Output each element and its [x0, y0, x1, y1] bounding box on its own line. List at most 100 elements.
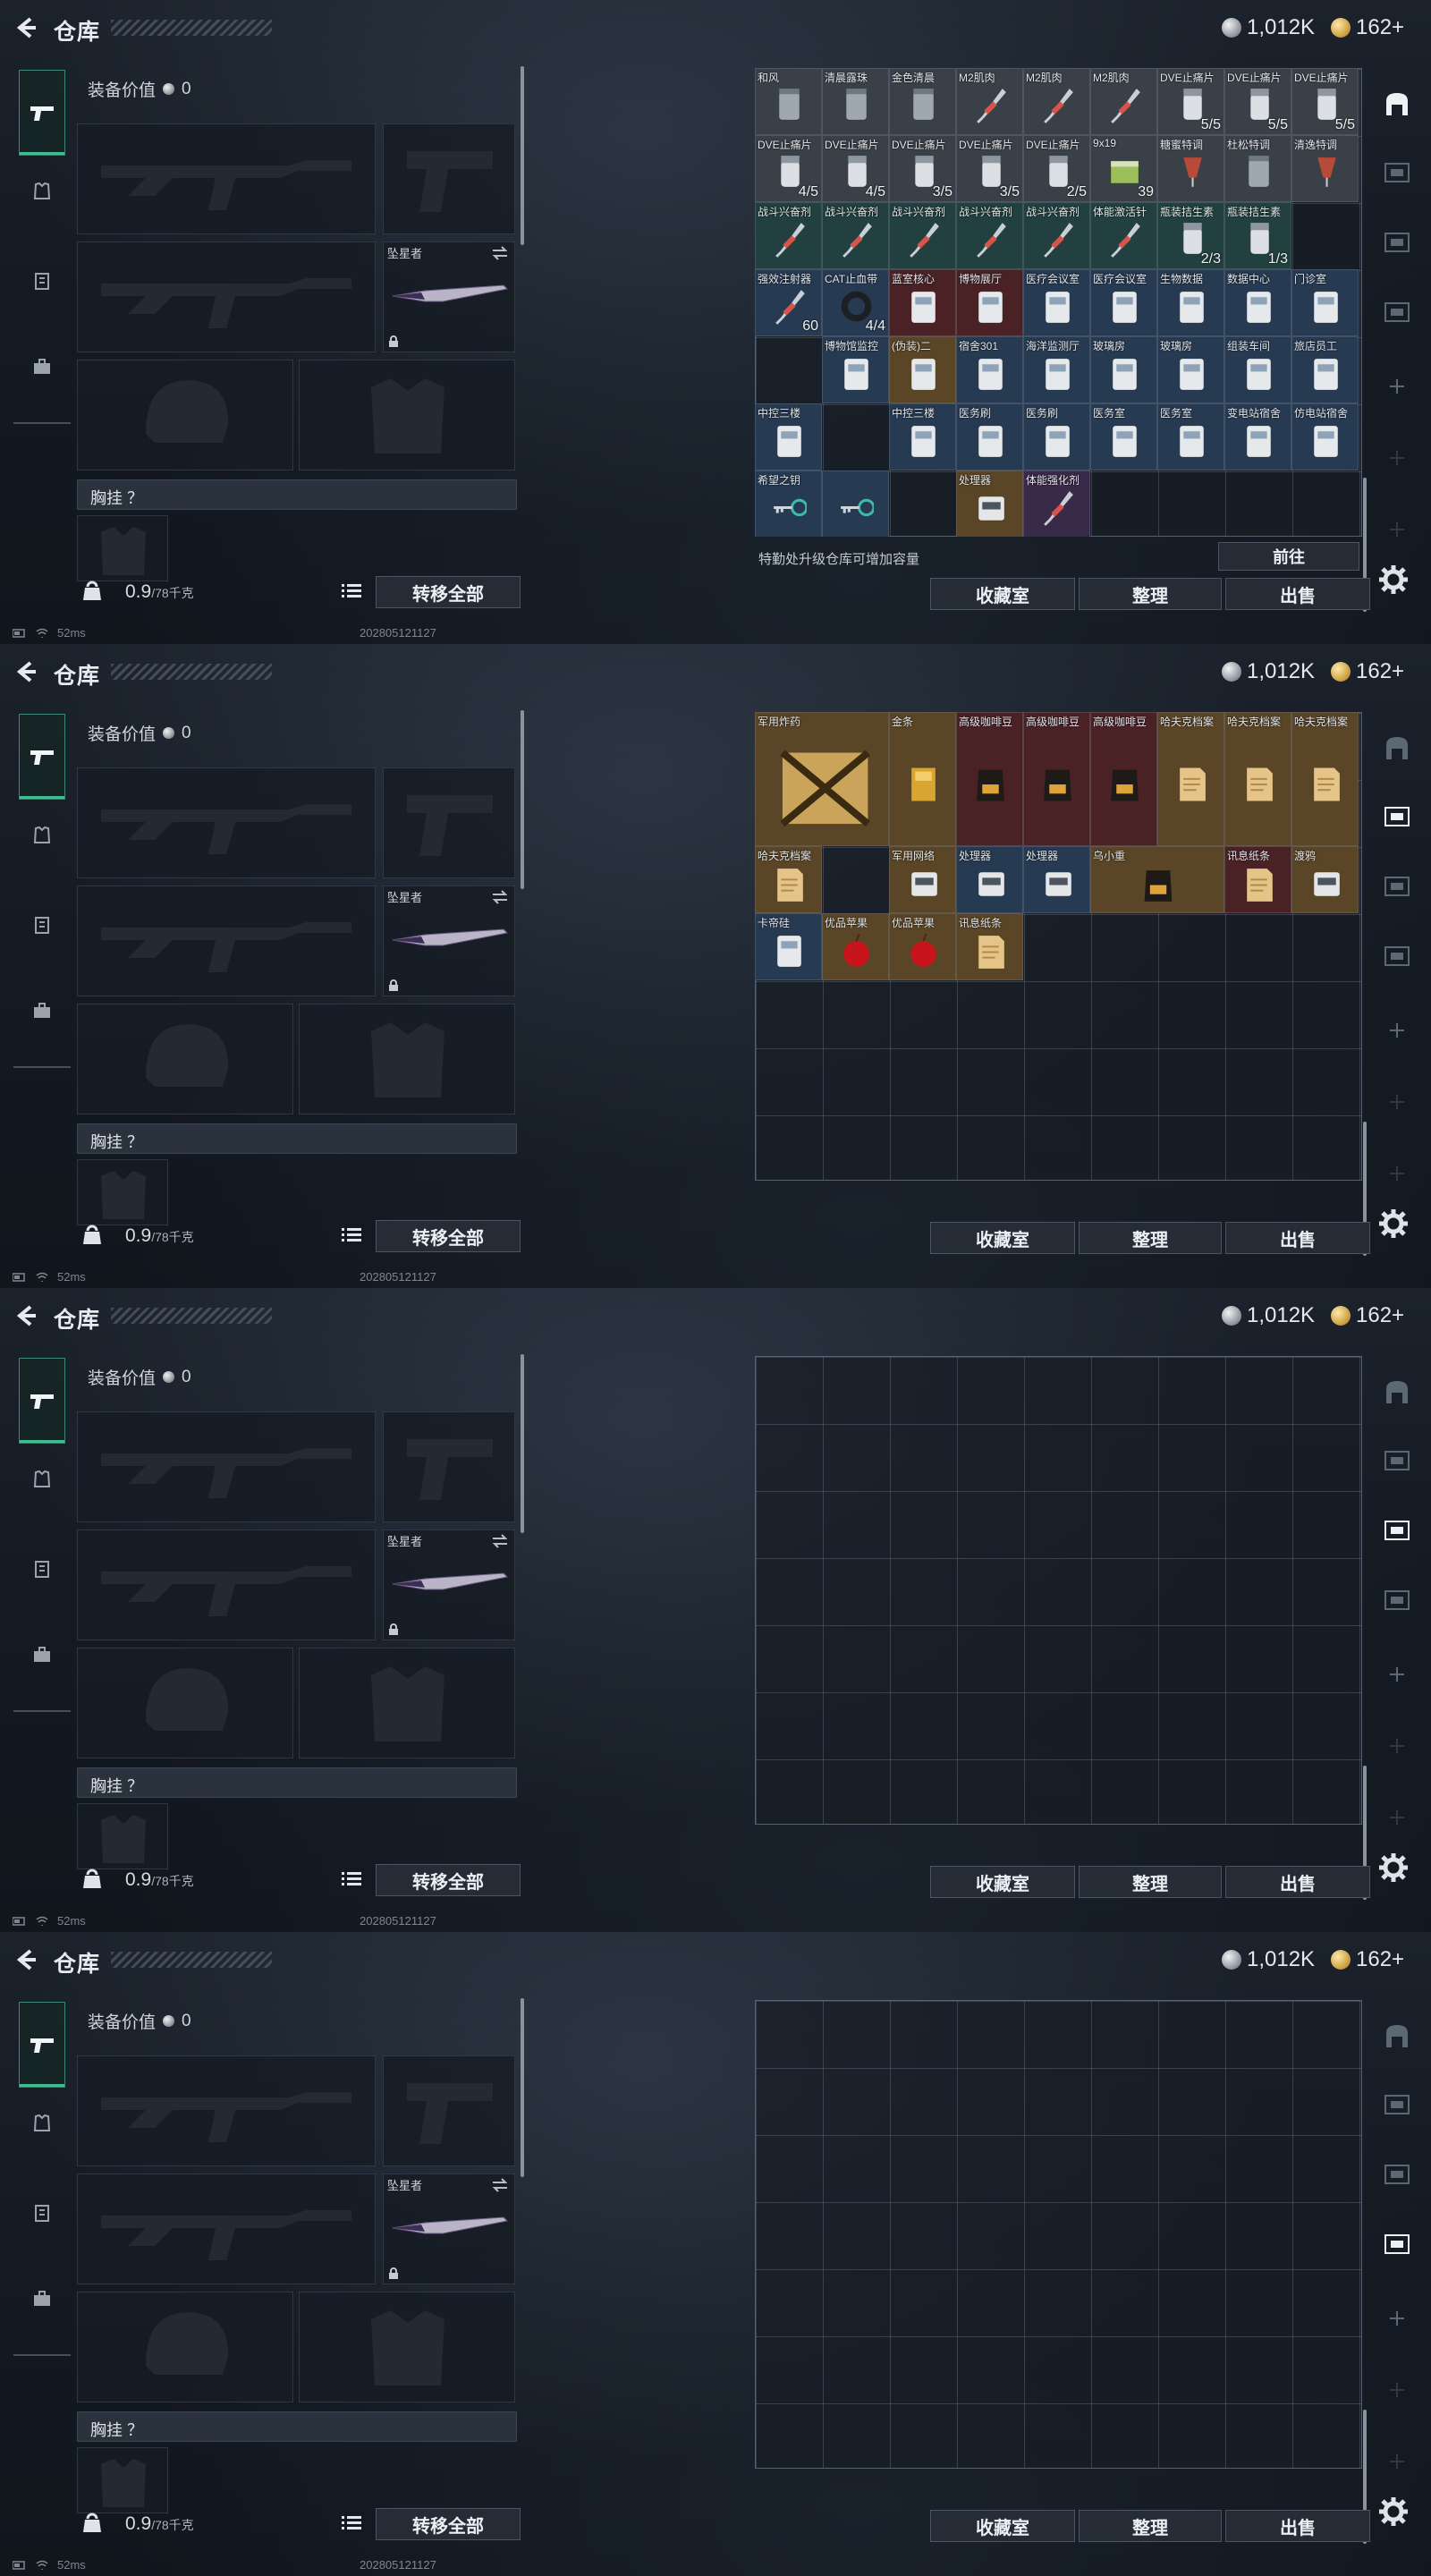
body-armor-slot[interactable]	[299, 2292, 515, 2402]
list-view-button[interactable]	[336, 1220, 367, 1250]
stash-item[interactable]: 医务刷	[1023, 403, 1090, 470]
chest-rig-bar[interactable]: 胸挂 ？	[77, 1123, 517, 1154]
stash-item[interactable]: 数据中心	[1224, 269, 1291, 336]
stash-item[interactable]: 海洋监测厅	[1023, 336, 1090, 403]
stash-item[interactable]: 玻璃房	[1157, 336, 1224, 403]
tab-armor[interactable]	[26, 175, 58, 208]
silver-currency[interactable]: 1,012K	[1222, 1303, 1315, 1327]
stash-item[interactable]: 卡帝硅	[755, 913, 822, 980]
chest-rig-slot[interactable]	[77, 2447, 168, 2513]
stash-item[interactable]: 哈夫克档案	[755, 846, 822, 913]
swap-icon[interactable]	[491, 1534, 509, 1548]
stash-page-2[interactable]	[1381, 800, 1413, 832]
stash-item[interactable]: 乌小重	[1090, 846, 1224, 913]
list-view-button[interactable]	[336, 2508, 367, 2538]
collection-room-button[interactable]: 收藏室	[930, 2510, 1075, 2542]
back-arrow-icon[interactable]	[13, 658, 39, 685]
stash-item[interactable]: 希望之钥	[755, 470, 822, 537]
stash-item[interactable]: 仿电站宿舍	[1291, 403, 1359, 470]
add-page-button[interactable]	[1381, 2302, 1413, 2334]
stash-item[interactable]: 和风	[755, 68, 822, 135]
stash-grid[interactable]	[755, 1356, 1362, 1825]
stash-item[interactable]: 优品苹果	[889, 913, 956, 980]
tab-weapons[interactable]	[19, 2002, 65, 2088]
stash-item[interactable]: 中控三楼	[755, 403, 822, 470]
settings-gear-icon[interactable]	[1377, 2496, 1410, 2528]
sidearm-slot[interactable]	[383, 767, 515, 878]
body-armor-slot[interactable]	[299, 1004, 515, 1114]
gold-currency[interactable]: 162+	[1331, 15, 1404, 39]
settings-gear-icon[interactable]	[1377, 1208, 1410, 1240]
sell-button[interactable]: 出售	[1225, 578, 1370, 610]
tab-bag[interactable]	[26, 995, 58, 1027]
stash-grid[interactable]: 军用炸药 金条 高级咖啡豆 高级咖啡豆 高级咖啡豆 哈夫克档案 哈夫克档案 哈夫克档案 哈夫克档…	[755, 712, 1362, 1181]
primary-weapon-slot-2[interactable]	[77, 886, 376, 996]
sell-button[interactable]: 出售	[1225, 1222, 1370, 1254]
stash-page-4[interactable]	[1381, 2227, 1413, 2259]
add-page-button[interactable]	[1381, 442, 1413, 474]
stash-item[interactable]: 战斗兴奋剂	[889, 202, 956, 269]
stash-item[interactable]: CAT止血带 4/4	[822, 269, 889, 336]
stash-page-2[interactable]	[1381, 1444, 1413, 1476]
equipment-scrollbar[interactable]	[521, 1998, 524, 2177]
stash-item[interactable]: 处理器	[956, 470, 1023, 537]
stash-item[interactable]: M2肌肉	[956, 68, 1023, 135]
stash-item[interactable]: 变电站宿舍	[1224, 403, 1291, 470]
stash-item[interactable]: 金色清晨	[889, 68, 956, 135]
chest-rig-bar[interactable]: 胸挂 ？	[77, 1767, 517, 1798]
stash-item[interactable]: 组装车间	[1224, 336, 1291, 403]
stash-item[interactable]: DVE止痛片 5/5	[1224, 68, 1291, 135]
stash-item[interactable]: 渡鸦	[1291, 846, 1359, 913]
collection-room-button[interactable]: 收藏室	[930, 1222, 1075, 1254]
add-page-button[interactable]	[1381, 513, 1413, 546]
stash-item[interactable]: 处理器	[956, 846, 1023, 913]
settings-gear-icon[interactable]	[1377, 1852, 1410, 1884]
stash-item[interactable]: 瓶装拮生素 1/3	[1224, 202, 1291, 269]
stash-page-2[interactable]	[1381, 2088, 1413, 2120]
tab-consumables[interactable]	[26, 909, 58, 941]
settings-gear-icon[interactable]	[1377, 564, 1410, 596]
stash-item[interactable]: 战斗兴奋剂	[956, 202, 1023, 269]
stash-item[interactable]: DVE止痛片 2/5	[1023, 135, 1090, 202]
equipment-scrollbar[interactable]	[521, 1354, 524, 1533]
stash-item[interactable]: 清逸特调	[1291, 135, 1359, 202]
stash-item[interactable]: 生物数据	[1157, 269, 1224, 336]
add-page-button[interactable]	[1381, 1801, 1413, 1834]
stash-item[interactable]: 讯息纸条	[956, 913, 1023, 980]
primary-weapon-slot-1[interactable]	[77, 767, 376, 878]
sort-button[interactable]: 整理	[1079, 2510, 1222, 2542]
helmet-slot[interactable]	[77, 1004, 293, 1114]
stash-item[interactable]: 战斗兴奋剂	[822, 202, 889, 269]
stash-item[interactable]: 战斗兴奋剂	[755, 202, 822, 269]
stash-page-3[interactable]	[1381, 869, 1413, 902]
stash-item[interactable]: 医务刷	[956, 403, 1023, 470]
stash-item[interactable]: 旅店员工	[1291, 336, 1359, 403]
sidearm-slot[interactable]	[383, 2055, 515, 2166]
stash-item[interactable]: (伪装)二	[889, 336, 956, 403]
stash-item[interactable]: DVE止痛片 3/5	[889, 135, 956, 202]
tab-armor[interactable]	[26, 819, 58, 852]
chest-rig-bar[interactable]: 胸挂 ？	[77, 479, 517, 510]
stash-item[interactable]: 门诊室	[1291, 269, 1359, 336]
add-page-button[interactable]	[1381, 1086, 1413, 1118]
add-page-button[interactable]	[1381, 370, 1413, 402]
stash-item[interactable]: 中控三楼	[889, 403, 956, 470]
stash-item[interactable]: 体能强化剂	[1023, 470, 1090, 537]
melee-slot[interactable]: 坠星者	[383, 2174, 515, 2284]
stash-item[interactable]: 军用网络	[889, 846, 956, 913]
melee-slot[interactable]: 坠星者	[383, 242, 515, 352]
tab-consumables[interactable]	[26, 2197, 58, 2229]
transfer-all-button[interactable]: 转移全部	[376, 576, 521, 608]
stash-item[interactable]: 博物展厅	[956, 269, 1023, 336]
melee-slot[interactable]: 坠星者	[383, 886, 515, 996]
primary-weapon-slot-1[interactable]	[77, 2055, 376, 2166]
stash-page-3[interactable]	[1381, 1513, 1413, 1546]
sell-button[interactable]: 出售	[1225, 1866, 1370, 1898]
tab-weapons[interactable]	[19, 70, 65, 156]
stash-item[interactable]: 高级咖啡豆	[1023, 712, 1090, 846]
stash-item[interactable]: DVE止痛片 4/5	[755, 135, 822, 202]
tab-bag[interactable]	[26, 2283, 58, 2315]
add-page-button[interactable]	[1381, 2445, 1413, 2478]
add-page-button[interactable]	[1381, 1658, 1413, 1690]
stash-item[interactable]: 宿舍301	[956, 336, 1023, 403]
